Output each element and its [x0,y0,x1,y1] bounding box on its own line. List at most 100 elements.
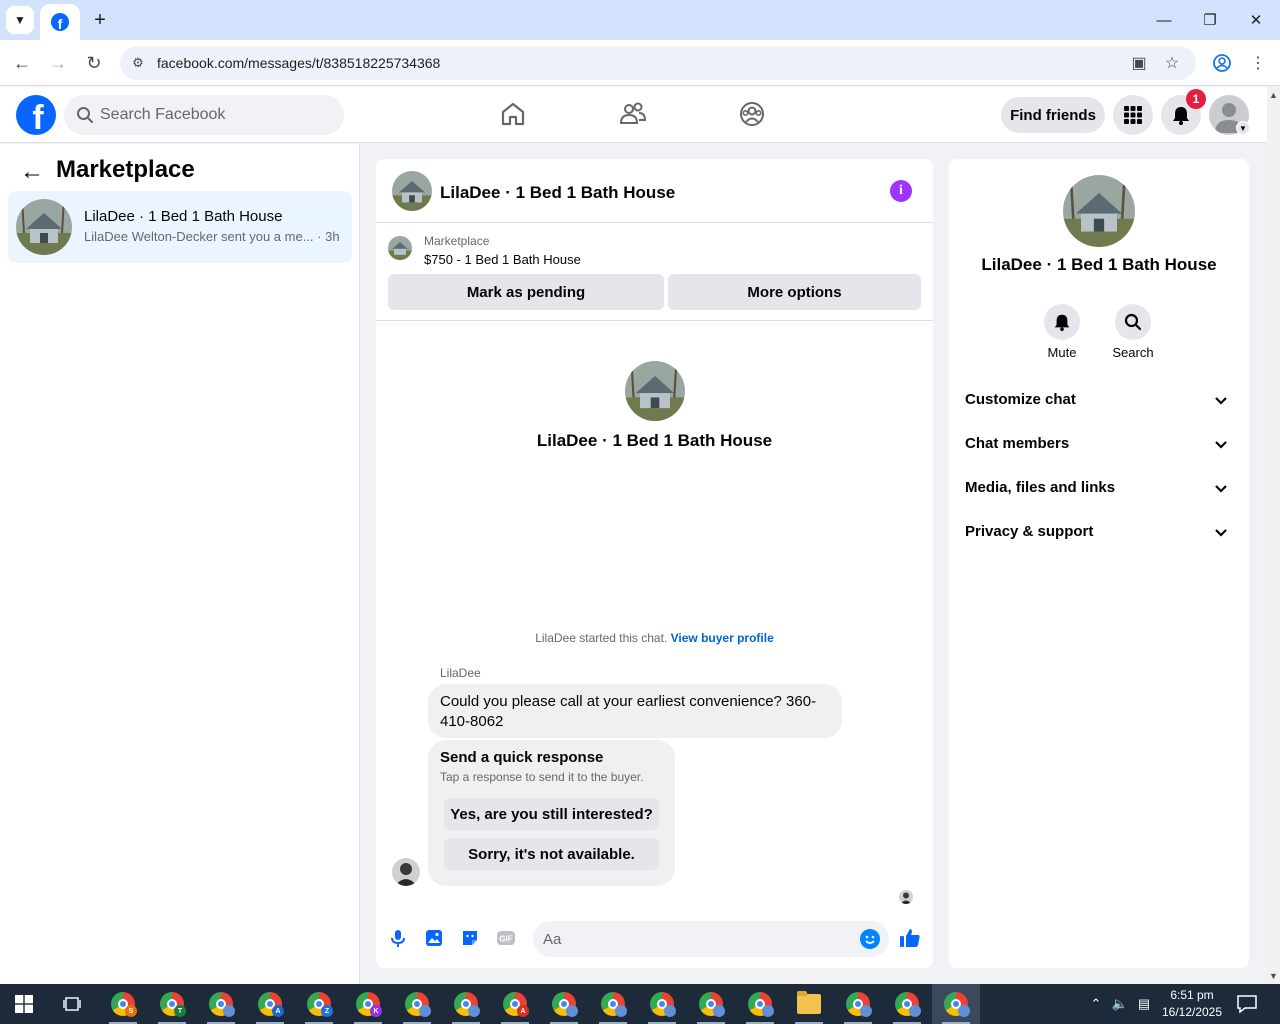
minimize-button[interactable]: — [1152,8,1176,32]
details-name: LilaDee · 1 Bed 1 Bath House [981,255,1217,274]
chrome-profile-badge: T [174,1005,186,1017]
taskbar-chrome-window[interactable]: Z [295,984,343,1024]
forward-button[interactable]: → [45,50,71,76]
media-files-links-section[interactable]: Media, files and links [957,469,1241,509]
chrome-profile-badge [909,1005,921,1017]
voice-clip-button[interactable] [386,926,410,950]
taskbar-chrome-window[interactable]: S [99,984,147,1024]
taskbar-chrome-window[interactable] [442,984,490,1024]
account-chevron-icon[interactable]: ▼ [1236,121,1250,135]
attach-photo-button[interactable] [422,926,446,950]
taskbar-clock[interactable]: 6:51 pm 16/12/2025 [1160,987,1224,1021]
facebook-header: f Find friends 1 ▼ [0,87,1267,143]
windows-taskbar: S T A Z K A ⌃ 🔈 ▤ 6:51 pm 16/12/2025 [0,984,1280,1024]
new-tab-button[interactable]: + [88,8,112,32]
chat-title[interactable]: LilaDee · 1 Bed 1 Bath House [440,183,675,203]
sender-avatar[interactable] [392,858,420,886]
view-buyer-profile-link[interactable]: View buyer profile [671,631,774,645]
scroll-up-arrow-icon[interactable]: ▲ [1267,87,1280,103]
search-in-conversation-button[interactable] [1115,304,1151,340]
listing-price-title[interactable]: $750 - 1 Bed 1 Bath House [424,252,581,267]
browser-menu-icon[interactable]: ⋮ [1246,51,1270,75]
site-info-icon[interactable]: ⚙ [128,53,148,73]
quick-response-still-interested-button[interactable]: Yes, are you still interested? [444,798,659,830]
chat-started-notice: LilaDee started this chat. View buyer pr… [535,631,774,645]
task-view-button[interactable] [50,984,94,1024]
message-bubble[interactable]: Could you please call at your earliest c… [428,684,842,738]
chrome-profile-badge [860,1005,872,1017]
taskbar-chrome-window[interactable] [393,984,441,1024]
taskbar-chrome-window[interactable]: K [344,984,392,1024]
friends-icon[interactable] [618,99,648,129]
home-icon[interactable] [498,99,528,129]
chat-details-panel: LilaDee · 1 Bed 1 Bath House Mute Search… [949,159,1249,968]
network-icon[interactable]: ▤ [1134,994,1154,1014]
conversation-item[interactable]: LilaDee · 1 Bed 1 Bath House LilaDee Wel… [8,191,352,263]
page-scrollbar[interactable]: ▲ ▼ [1267,87,1280,984]
chrome-profile-badge [664,1005,676,1017]
minimize-icon: — [1156,11,1172,29]
facebook-search-box[interactable] [64,95,344,135]
message-composer[interactable] [533,921,889,957]
sticker-button[interactable] [458,926,482,950]
browser-profile-icon[interactable] [1210,51,1234,75]
bell-icon [1054,314,1070,331]
back-button[interactable]: ← [9,50,35,76]
like-button[interactable] [898,926,922,950]
close-window-button[interactable]: ✕ [1244,8,1268,32]
taskbar-chrome-window[interactable] [638,984,686,1024]
taskbar-chrome-window[interactable]: A [491,984,539,1024]
bookmark-star-icon[interactable]: ☆ [1161,52,1183,74]
action-center-icon[interactable] [1236,994,1258,1014]
taskbar-chrome-window[interactable] [589,984,637,1024]
taskbar-chrome-window[interactable]: A [246,984,294,1024]
restore-button[interactable]: ❐ [1198,8,1222,32]
listing-thumbnail[interactable] [388,236,412,260]
taskbar-chrome-window[interactable] [687,984,735,1024]
chrome-profile-badge [566,1005,578,1017]
start-button[interactable] [0,984,48,1024]
message-input[interactable] [543,921,843,957]
taskbar-file-explorer[interactable] [785,984,833,1024]
chat-members-section[interactable]: Chat members [957,425,1241,465]
taskbar-chrome-window[interactable] [883,984,931,1024]
tray-overflow-chevron-icon[interactable]: ⌃ [1086,994,1106,1014]
back-arrow-icon[interactable]: ← [20,158,44,185]
groups-icon[interactable] [737,99,767,129]
folder-icon [797,991,821,1014]
install-app-icon[interactable]: ▣ [1128,52,1150,74]
browser-tab-facebook[interactable]: f [40,4,80,40]
gif-button[interactable]: GIF [494,926,518,950]
taskbar-chrome-window[interactable] [932,984,980,1024]
customize-chat-section[interactable]: Customize chat [957,381,1241,421]
inbox-title: Marketplace [56,156,195,183]
scroll-down-arrow-icon[interactable]: ▼ [1267,968,1280,984]
more-options-button[interactable]: More options [668,274,921,310]
facebook-search-input[interactable] [100,95,336,135]
restore-icon: ❐ [1203,12,1217,29]
marketplace-inbox-panel: ← Marketplace LilaDee · 1 Bed 1 Bath Hou… [0,144,360,984]
info-icon[interactable]: i [890,180,912,202]
find-friends-button[interactable]: Find friends [1001,97,1105,133]
taskbar-chrome-window[interactable] [834,984,882,1024]
listing-bar: Marketplace $750 - 1 Bed 1 Bath House Ma… [376,224,933,321]
menu-button[interactable] [1113,95,1153,135]
emoji-smiley-icon[interactable] [860,929,880,949]
details-avatar[interactable] [1063,175,1135,247]
mark-as-pending-button[interactable]: Mark as pending [388,274,664,310]
address-bar-url: facebook.com/messages/t/838518225734368 [157,55,441,71]
taskbar-chrome-window[interactable] [197,984,245,1024]
chat-header-avatar[interactable] [392,171,432,211]
taskbar-chrome-window[interactable] [736,984,784,1024]
reload-button[interactable]: ↻ [81,50,107,76]
svg-text:GIF: GIF [499,935,512,944]
quick-response-not-available-button[interactable]: Sorry, it's not available. [444,838,659,870]
speaker-icon[interactable]: 🔈 [1110,994,1130,1014]
taskbar-chrome-window[interactable]: T [148,984,196,1024]
address-bar[interactable]: ⚙ facebook.com/messages/t/83851822573436… [120,46,1196,80]
taskbar-chrome-window[interactable] [540,984,588,1024]
tab-search-dropdown[interactable]: ▼ [6,6,34,34]
privacy-support-section[interactable]: Privacy & support [957,513,1241,553]
facebook-logo-icon[interactable]: f [16,95,56,135]
mute-button[interactable] [1044,304,1080,340]
